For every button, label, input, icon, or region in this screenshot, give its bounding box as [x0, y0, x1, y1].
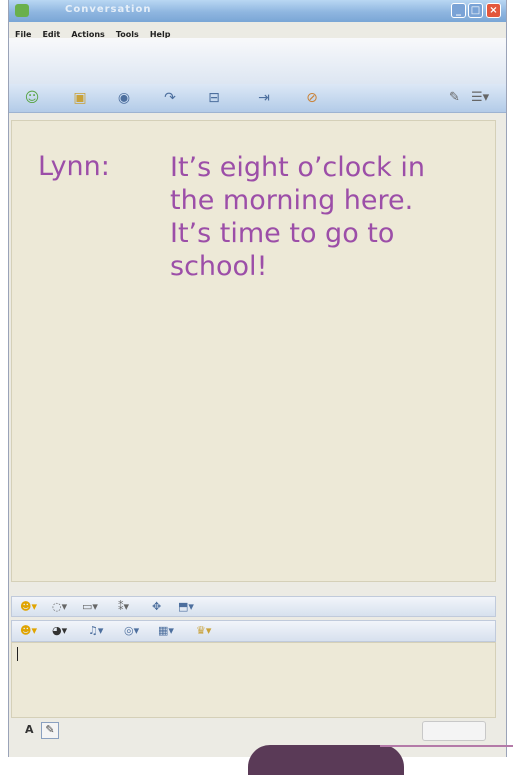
close-button[interactable]: × [486, 3, 501, 18]
background-icon[interactable]: ▦▾ [158, 623, 174, 639]
nudge-icon[interactable]: ◎▾ [124, 623, 139, 639]
bottom-bar: A ✎ [11, 720, 496, 742]
emoticons-icon[interactable]: ☻▾ [20, 623, 37, 639]
message-sender: Lynn: [38, 151, 110, 182]
font-icon[interactable]: ♛▾ [196, 623, 211, 639]
block-icon[interactable]: ⊘ [303, 90, 321, 106]
message-text: It’s eight o’clock in the morning here. … [170, 151, 488, 283]
conversation-pane: Lynn: It’s eight o’clock in the morning … [11, 120, 496, 582]
maximize-button[interactable]: □ [468, 3, 483, 18]
voice-clip-icon[interactable]: ▭▾ [82, 599, 98, 615]
wink-icon[interactable]: ◌▾ [52, 599, 67, 615]
webcam-icon[interactable]: ◉ [115, 90, 133, 106]
pen-icon[interactable]: ✎ [449, 90, 460, 105]
text-caret [17, 647, 18, 661]
winks-icon[interactable]: ◕▾ [52, 623, 67, 639]
options-icon[interactable]: ☰▾ [471, 90, 489, 105]
smile-emoticon-icon[interactable]: ☻▾ [20, 599, 37, 615]
overlay-line [380, 745, 513, 747]
menu-bar: File Edit Actions Tools Help [9, 22, 506, 39]
background-icon[interactable]: ✥ [152, 599, 161, 615]
activities-icon[interactable]: ⇥ [255, 90, 273, 106]
app-icon [15, 4, 29, 17]
chat-window: Conversation _ □ × File Edit Actions Too… [8, 0, 507, 757]
send-button[interactable] [422, 721, 486, 741]
message-line: school! [170, 251, 268, 282]
invite-contact-icon[interactable]: ☺ [23, 90, 41, 106]
font-button[interactable]: A [25, 723, 34, 736]
handwriting-button[interactable]: ✎ [41, 722, 59, 739]
message-line: the morning here. [170, 185, 414, 216]
minimize-button[interactable]: _ [451, 3, 466, 18]
voice-icon[interactable]: ♫▾ [88, 623, 103, 639]
window-title: Conversation [65, 4, 152, 15]
toolbar: ☺ ▣ ◉ ↷ ⊟ ⇥ ⊘ ✎ ☰▾ [9, 84, 506, 113]
message-input[interactable] [11, 642, 496, 718]
nudge-icon[interactable]: ⁑▾ [118, 599, 129, 615]
call-icon[interactable]: ↷ [161, 90, 179, 106]
message-line: It’s time to go to [170, 218, 395, 249]
emoticon-toolbar: ☻▾ ◌▾ ▭▾ ⁑▾ ✥ ⬒▾ [11, 596, 496, 617]
send-files-icon[interactable]: ▣ [71, 90, 89, 106]
title-bar: Conversation _ □ × [9, 0, 506, 22]
overlay-tab [248, 745, 404, 775]
contact-banner [9, 38, 506, 85]
formatting-toolbar: ☻▾ ◕▾ ♫▾ ◎▾ ▦▾ ♛▾ [11, 620, 496, 642]
games-icon[interactable]: ⬒▾ [178, 599, 194, 615]
message-line: It’s eight o’clock in [170, 152, 425, 183]
share-folder-icon[interactable]: ⊟ [205, 90, 223, 106]
